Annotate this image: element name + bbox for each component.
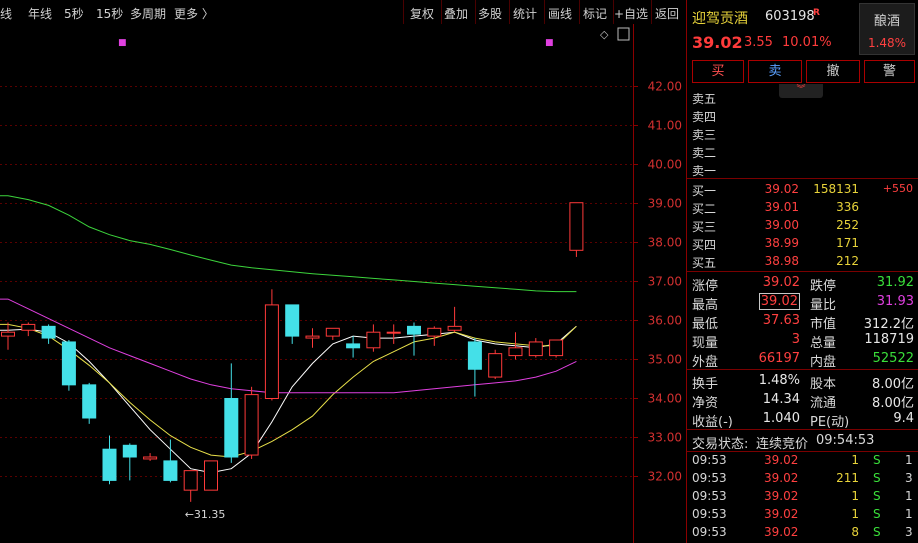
- price-tick-label: 39.00: [648, 197, 682, 211]
- draw-line-button[interactable]: 画线: [548, 5, 572, 22]
- candle-body: [82, 384, 97, 419]
- price-tick-label: 32.00: [648, 470, 682, 484]
- diamond-icon[interactable]: ◇: [600, 28, 609, 41]
- bid-row: 买五 38.98 212: [692, 254, 859, 270]
- candle-body: [21, 323, 36, 331]
- stat-row: 净资 14.34 流通 8.00亿: [692, 392, 914, 411]
- candle-body: [163, 460, 178, 481]
- stat-row: 最高 39.02 量比 31.93: [692, 293, 914, 313]
- sector-change: 1.48%: [867, 36, 907, 50]
- candle-body: [244, 394, 259, 456]
- marker-dot-right: ■: [545, 38, 554, 48]
- price-tick-label: 34.00: [648, 392, 682, 406]
- multi-stock-button[interactable]: 多股: [478, 5, 502, 22]
- alert-button[interactable]: 警: [864, 60, 915, 83]
- bid-row: 买一 39.02 158131 +550: [692, 182, 913, 198]
- candle-body: [285, 304, 300, 337]
- marker-dot-left: ■: [118, 38, 127, 48]
- sector-box[interactable]: 酿酒 1.48%: [859, 3, 915, 55]
- ask-row: 卖三: [692, 128, 717, 142]
- back-button[interactable]: 返回: [655, 5, 679, 22]
- bid-row: 买三 39.00 252: [692, 218, 859, 234]
- candle-body: [407, 325, 421, 335]
- add-watchlist-button[interactable]: +自选: [614, 5, 648, 22]
- period-15s[interactable]: 15秒: [96, 5, 123, 22]
- stat-row: 收益(-) 1.040 PE(动) 9.4: [692, 411, 914, 430]
- stock-name: 迎驾贡酒: [692, 11, 748, 27]
- overlay-button[interactable]: 叠加: [444, 5, 468, 22]
- stock-code: 603198: [765, 9, 815, 24]
- candle-body: [528, 341, 543, 357]
- trade-status: 交易状态: 连续竞价 09:54:53: [692, 433, 875, 452]
- adjust-button[interactable]: 复权: [410, 5, 434, 22]
- mark-button[interactable]: 标记: [583, 5, 607, 22]
- margin-mark: R: [813, 8, 820, 18]
- candle-body: [366, 331, 381, 349]
- buy-button[interactable]: 买: [692, 60, 744, 83]
- candle-body: [264, 304, 279, 399]
- price-tick-label: 36.00: [648, 314, 682, 328]
- trade-row: 09:53 39.02 1 S 1: [692, 507, 913, 521]
- candle-body: [183, 470, 198, 491]
- period-toolbar: 季线 年线 5秒 15秒 多周期 更多 〉 复权 叠加 多股 统计 画线 标记 …: [0, 0, 686, 25]
- annotations: ←31.35: [185, 508, 226, 521]
- price-tick-label: 33.00: [648, 431, 682, 445]
- candle-body: [122, 444, 137, 458]
- candle-body: [325, 327, 340, 337]
- stat-row: 换手 1.48% 股本 8.00亿: [692, 373, 914, 392]
- low-price-annotation: ←31.35: [185, 508, 226, 521]
- bid-row: 买四 38.99 171: [692, 236, 859, 252]
- price-change: 3.55: [744, 35, 773, 50]
- candle-body: [508, 347, 523, 357]
- price-tick-label: 40.00: [648, 158, 682, 172]
- period-year[interactable]: 年线: [28, 5, 52, 22]
- candle-body: [427, 327, 442, 337]
- candle-body: [102, 448, 117, 481]
- quote-panel: 迎驾贡酒 603198 R 酿酒 1.48% 39.02 3.55 10.01%…: [686, 0, 918, 543]
- statistics-button[interactable]: 统计: [513, 5, 537, 22]
- price-tick-label: 41.00: [648, 119, 682, 133]
- trade-row: 09:53 39.02 1 S 1: [692, 489, 913, 503]
- candle-body: [1, 331, 15, 337]
- sector-name: 酿酒: [873, 14, 900, 29]
- more-button[interactable]: 更多 〉: [174, 5, 214, 22]
- stat-row: 最低 37.63 市值 312.2亿: [692, 313, 914, 332]
- trade-row: 09:53 39.02 211 S 3: [692, 471, 913, 485]
- bid-row: 买二 39.01 336: [692, 200, 859, 216]
- candle-body: [143, 456, 158, 460]
- ask-row: 卖四: [692, 110, 717, 124]
- stat-row: 涨停 39.02 跌停 31.92: [692, 275, 914, 294]
- ask-row: 卖二: [692, 146, 717, 160]
- candle-body: [386, 331, 401, 334]
- price-tick-label: 37.00: [648, 275, 682, 289]
- ask-row: 卖五: [692, 92, 717, 106]
- price-tick-label: 35.00: [648, 353, 682, 367]
- ask-row: 卖一: [692, 164, 717, 178]
- candle-body: [305, 335, 320, 339]
- last-price: 39.02: [692, 33, 743, 52]
- sell-button[interactable]: 卖: [748, 60, 802, 83]
- candle-body: [346, 343, 361, 349]
- price-tick-label: 42.00: [648, 80, 682, 94]
- candle-body: [41, 325, 56, 339]
- period-season-partial[interactable]: 季线: [0, 5, 12, 22]
- cancel-order-button[interactable]: 撤: [806, 60, 860, 83]
- candle-body: [467, 341, 482, 370]
- price-change-pct: 10.01%: [782, 35, 832, 50]
- stat-row: 现量 3 总量 118719: [692, 332, 914, 351]
- trade-row: 09:53 39.02 8 S 3: [692, 525, 913, 539]
- period-5s[interactable]: 5秒: [64, 5, 84, 22]
- kline-chart[interactable]: 42.00 41.00 40.00 39.00 38.00 37.00 36.00 35.00…: [0, 24, 686, 543]
- trade-row: 09:53 39.02 1 S 1: [692, 453, 913, 467]
- candle-body: [447, 325, 462, 331]
- candle-body: [549, 339, 564, 357]
- candle-body: [569, 202, 584, 251]
- candle-body: [224, 398, 239, 458]
- candle-body: [488, 353, 503, 378]
- stat-row: 外盘 66197 内盘 52522: [692, 351, 914, 370]
- price-tick-label: 38.00: [648, 236, 682, 250]
- candle-body: [61, 341, 76, 386]
- candle-body: [204, 460, 218, 491]
- multi-period-button[interactable]: 多周期: [130, 5, 166, 22]
